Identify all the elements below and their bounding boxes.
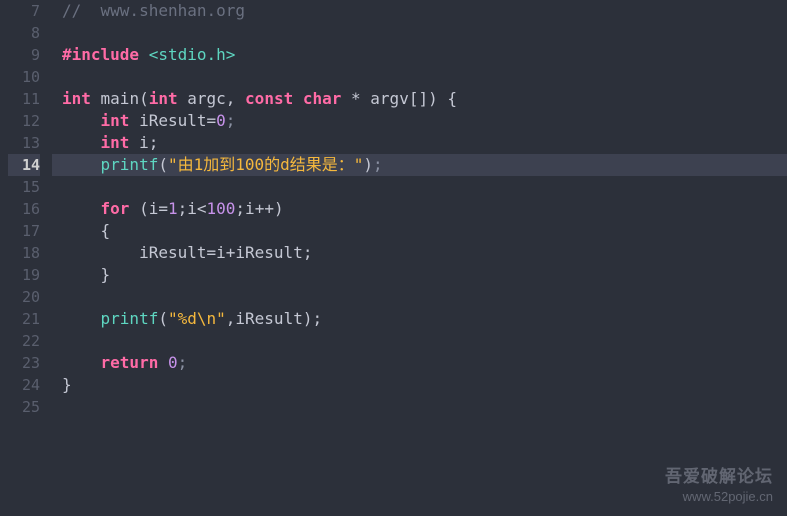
keyword: return bbox=[101, 353, 159, 372]
preprocessor: #include bbox=[62, 45, 139, 64]
type-keyword: const bbox=[245, 89, 293, 108]
line-number: 23 bbox=[8, 352, 40, 374]
line-number: 11 bbox=[8, 88, 40, 110]
number-literal: 1 bbox=[168, 199, 178, 218]
identifier: iResult=i+iResult; bbox=[139, 243, 312, 262]
code-line[interactable]: for (i=1;i<100;i++) bbox=[52, 198, 787, 220]
code-line-active[interactable]: printf("由1加到100的d结果是："); bbox=[52, 154, 787, 176]
identifier: i; bbox=[129, 133, 158, 152]
paren: ( bbox=[158, 155, 168, 174]
number-literal: 100 bbox=[207, 199, 236, 218]
code-line[interactable] bbox=[52, 286, 787, 308]
code-line[interactable]: return 0; bbox=[52, 352, 787, 374]
identifier: ;i++) bbox=[235, 199, 283, 218]
code-line[interactable]: int i; bbox=[52, 132, 787, 154]
line-number: 20 bbox=[8, 286, 40, 308]
code-line[interactable]: { bbox=[52, 220, 787, 242]
line-number: 9 bbox=[8, 44, 40, 66]
identifier: * argv[]) { bbox=[341, 89, 457, 108]
line-gutter: 7 8 9 10 11 12 13 14 15 16 17 18 19 20 2… bbox=[0, 0, 52, 516]
code-line[interactable]: printf("%d\n",iResult); bbox=[52, 308, 787, 330]
type-keyword: char bbox=[303, 89, 342, 108]
string-literal: "%d\n" bbox=[168, 309, 226, 328]
paren: ( bbox=[158, 309, 168, 328]
line-number: 12 bbox=[8, 110, 40, 132]
code-line[interactable]: int main(int argc, const char * argv[]) … bbox=[52, 88, 787, 110]
space bbox=[293, 89, 303, 108]
line-number: 22 bbox=[8, 330, 40, 352]
function-name: printf bbox=[101, 155, 159, 174]
code-area[interactable]: // www.shenhan.org #include <stdio.h> in… bbox=[52, 0, 787, 516]
number-literal: 0 bbox=[168, 353, 178, 372]
paren: ) bbox=[363, 155, 373, 174]
line-number: 17 bbox=[8, 220, 40, 242]
punctuation: ; bbox=[178, 353, 188, 372]
line-number: 10 bbox=[8, 66, 40, 88]
comment-text: // www.shenhan.org bbox=[62, 1, 245, 20]
include-path: <stdio.h> bbox=[139, 45, 235, 64]
code-editor[interactable]: 7 8 9 10 11 12 13 14 15 16 17 18 19 20 2… bbox=[0, 0, 787, 516]
line-number: 21 bbox=[8, 308, 40, 330]
type-keyword: int bbox=[101, 111, 130, 130]
code-line[interactable] bbox=[52, 396, 787, 418]
function-name: printf bbox=[101, 309, 159, 328]
code-line[interactable]: // www.shenhan.org bbox=[52, 0, 787, 22]
line-number: 15 bbox=[8, 176, 40, 198]
code-line[interactable] bbox=[52, 330, 787, 352]
space bbox=[158, 353, 168, 372]
type-keyword: int bbox=[101, 133, 130, 152]
code-line[interactable]: #include <stdio.h> bbox=[52, 44, 787, 66]
keyword: for bbox=[101, 199, 130, 218]
line-number: 18 bbox=[8, 242, 40, 264]
line-number: 19 bbox=[8, 264, 40, 286]
code-line[interactable]: } bbox=[52, 264, 787, 286]
identifier: argc, bbox=[178, 89, 245, 108]
identifier: (i= bbox=[129, 199, 168, 218]
type-keyword: int bbox=[149, 89, 178, 108]
code-line[interactable] bbox=[52, 22, 787, 44]
punctuation: ; bbox=[373, 155, 383, 174]
identifier: iResult= bbox=[129, 111, 216, 130]
identifier: ,iResult); bbox=[226, 309, 322, 328]
line-number: 16 bbox=[8, 198, 40, 220]
string-literal: "由1加到100的d结果是：" bbox=[168, 155, 363, 174]
punctuation: ; bbox=[226, 111, 236, 130]
number-literal: 0 bbox=[216, 111, 226, 130]
line-number: 8 bbox=[8, 22, 40, 44]
brace: { bbox=[101, 221, 111, 240]
identifier: main( bbox=[91, 89, 149, 108]
line-number-active: 14 bbox=[8, 154, 40, 176]
line-number: 13 bbox=[8, 132, 40, 154]
code-line[interactable]: } bbox=[52, 374, 787, 396]
line-number: 24 bbox=[8, 374, 40, 396]
brace: } bbox=[101, 265, 111, 284]
code-line[interactable]: iResult=i+iResult; bbox=[52, 242, 787, 264]
code-line[interactable] bbox=[52, 66, 787, 88]
identifier: ;i< bbox=[178, 199, 207, 218]
brace: } bbox=[62, 375, 72, 394]
code-line[interactable] bbox=[52, 176, 787, 198]
code-line[interactable]: int iResult=0; bbox=[52, 110, 787, 132]
type-keyword: int bbox=[62, 89, 91, 108]
line-number: 25 bbox=[8, 396, 40, 418]
line-number: 7 bbox=[8, 0, 40, 22]
